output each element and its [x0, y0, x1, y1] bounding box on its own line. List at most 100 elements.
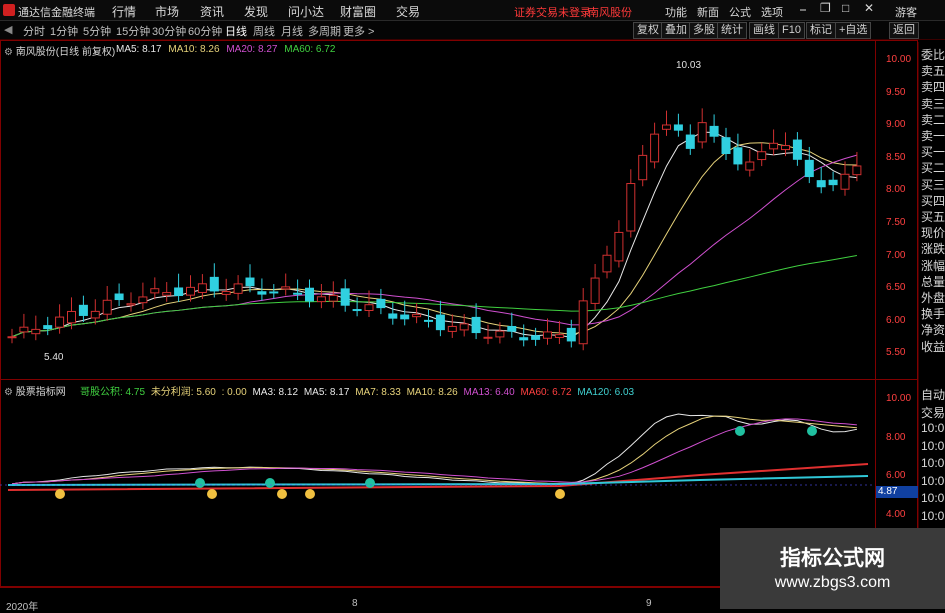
settings-gear-icon[interactable]: ⚙: [4, 47, 13, 58]
buy-signal-marker: [207, 489, 217, 499]
menu-shichang[interactable]: 市场: [155, 3, 179, 20]
menu-caifuquan[interactable]: 财富圈: [340, 3, 376, 20]
sidebar-quote-label[interactable]: 卖一: [921, 127, 945, 144]
sidebar-quote-label[interactable]: 卖三: [921, 95, 945, 112]
guest-label[interactable]: 游客: [895, 4, 917, 20]
tab-monthly[interactable]: 月线: [281, 23, 303, 39]
close-icon[interactable]: ✕: [864, 1, 874, 15]
tab-daily[interactable]: 日线: [225, 23, 247, 39]
menu-gongshi[interactable]: 公式: [729, 4, 751, 20]
ma60-label: MA60: 6.72: [284, 44, 336, 55]
sidebar-trade-label[interactable]: 10:0: [921, 439, 944, 453]
price-tick: 8.00: [886, 184, 906, 196]
mark-button[interactable]: 标记: [806, 22, 836, 39]
tab-60min[interactable]: 60分钟: [188, 23, 222, 39]
ind-item: MA10: 8.26: [406, 387, 458, 398]
indicator-gear-icon[interactable]: ⚙: [4, 387, 13, 398]
ind-item: MA60: 6.72: [520, 387, 572, 398]
menu-faxian[interactable]: 发现: [244, 3, 268, 20]
draw-line-button[interactable]: 画线: [749, 22, 779, 39]
price-tick: 7.50: [886, 217, 906, 228]
indicator-ma120-line: [7, 475, 869, 486]
menu-bar: 通达信金融终端 行情 市场 资讯 发现 问小达 财富圈 交易 证券交易未登录 南…: [0, 0, 945, 21]
tab-15min[interactable]: 15分钟: [116, 23, 150, 39]
candle: [245, 277, 255, 287]
sidebar-quote-label[interactable]: 收益: [921, 338, 945, 355]
candle: [685, 134, 695, 149]
nav-left-icon[interactable]: ◀: [4, 23, 12, 36]
minimize-icon[interactable]: ⎯: [800, 2, 806, 17]
sidebar-trade-label[interactable]: 交易: [921, 404, 945, 421]
candle: [828, 179, 838, 186]
candle: [852, 165, 862, 176]
menu-wenxiaoda[interactable]: 问小达: [288, 3, 324, 20]
sidebar-quote-label[interactable]: 卖五: [921, 62, 945, 79]
kline-chart[interactable]: [0, 40, 918, 609]
trade-status-notice[interactable]: 证券交易未登录: [514, 4, 591, 20]
sidebar-trade-label[interactable]: 10:0: [921, 509, 944, 523]
overlay-button[interactable]: 叠加: [661, 22, 691, 39]
back-button[interactable]: 返回: [889, 22, 919, 39]
sidebar-quote-label[interactable]: 买三: [921, 176, 945, 193]
menu-zixun[interactable]: 资讯: [200, 3, 224, 20]
candle: [340, 288, 350, 306]
sidebar-quote-label[interactable]: 卖四: [921, 78, 945, 95]
sidebar-quote-label[interactable]: 委比: [921, 46, 945, 63]
sidebar-trade-label[interactable]: 10:0: [921, 491, 944, 505]
sidebar-quote-label[interactable]: 涨幅: [921, 257, 945, 274]
sidebar-quote-label[interactable]: 涨跌: [921, 240, 945, 257]
sidebar-quote-label[interactable]: 买一: [921, 143, 945, 160]
candle: [447, 325, 457, 332]
maximize-icon[interactable]: □: [842, 1, 849, 15]
restore-icon[interactable]: ❐: [820, 1, 831, 15]
header-stock-name: 南风股份: [588, 7, 632, 19]
candle: [281, 286, 291, 290]
menu-xuanxiang[interactable]: 选项: [761, 4, 783, 20]
menu-hangqing[interactable]: 行情: [112, 3, 136, 20]
indicator-tick: 6.00: [886, 470, 906, 481]
sidebar-quote-label[interactable]: 净资: [921, 321, 945, 338]
candle: [90, 310, 100, 319]
sidebar-quote-label[interactable]: 买四: [921, 192, 945, 209]
indicator-title[interactable]: ⚙ 股票指标网: [4, 383, 66, 398]
fuquan-button[interactable]: 复权: [633, 22, 663, 39]
low-price-label: 5.40: [44, 352, 64, 363]
candle: [650, 133, 660, 163]
candle: [78, 304, 88, 316]
sidebar-trade-label[interactable]: 10:0: [921, 421, 944, 435]
menu-xinmian[interactable]: 新面: [697, 4, 719, 20]
tab-30min[interactable]: 30分钟: [152, 23, 186, 39]
menu-jiaoyi[interactable]: 交易: [396, 3, 420, 20]
tab-fenshi[interactable]: 分时: [23, 23, 45, 39]
sidebar-quote-label[interactable]: 买五: [921, 208, 945, 225]
sidebar-quote-label[interactable]: 现价: [921, 224, 945, 241]
statistics-button[interactable]: 统计: [717, 22, 747, 39]
ind-item: MA13: 6.40: [463, 387, 515, 398]
indicator-tick: 10.00: [886, 393, 912, 404]
menu-gongneng[interactable]: 功能: [665, 4, 687, 20]
tab-weekly[interactable]: 周线: [253, 23, 275, 39]
sidebar-quote-label[interactable]: 外盘: [921, 289, 945, 306]
price-tick: 8.50: [886, 151, 906, 163]
tab-5min[interactable]: 5分钟: [83, 23, 111, 39]
candle: [233, 283, 243, 294]
f10-button[interactable]: F10: [778, 22, 805, 39]
sidebar-quote-label[interactable]: 买二: [921, 159, 945, 176]
candle: [412, 313, 422, 318]
price-tick: 6.50: [886, 282, 906, 294]
multi-stock-button[interactable]: 多股: [689, 22, 719, 39]
sidebar-quote-label[interactable]: 换手: [921, 305, 945, 322]
sidebar-trade-label[interactable]: 10:0: [921, 456, 944, 470]
ind-item: MA5: 8.17: [303, 387, 350, 398]
chart-title[interactable]: ⚙ 南风股份(日线 前复权): [4, 43, 115, 58]
candle: [471, 316, 481, 334]
candle: [757, 151, 767, 161]
sidebar-quote-label[interactable]: 卖二: [921, 111, 945, 128]
tab-more[interactable]: 更多 >: [343, 23, 374, 39]
tab-multi-period[interactable]: 多周期: [308, 23, 341, 39]
sidebar-trade-label[interactable]: 10:0: [921, 474, 944, 488]
add-watchlist-button[interactable]: +自选: [835, 22, 872, 39]
sidebar-trade-label[interactable]: 自动: [921, 386, 945, 403]
sidebar-quote-label[interactable]: 总量: [921, 273, 945, 290]
tab-1min[interactable]: 1分钟: [50, 23, 78, 39]
